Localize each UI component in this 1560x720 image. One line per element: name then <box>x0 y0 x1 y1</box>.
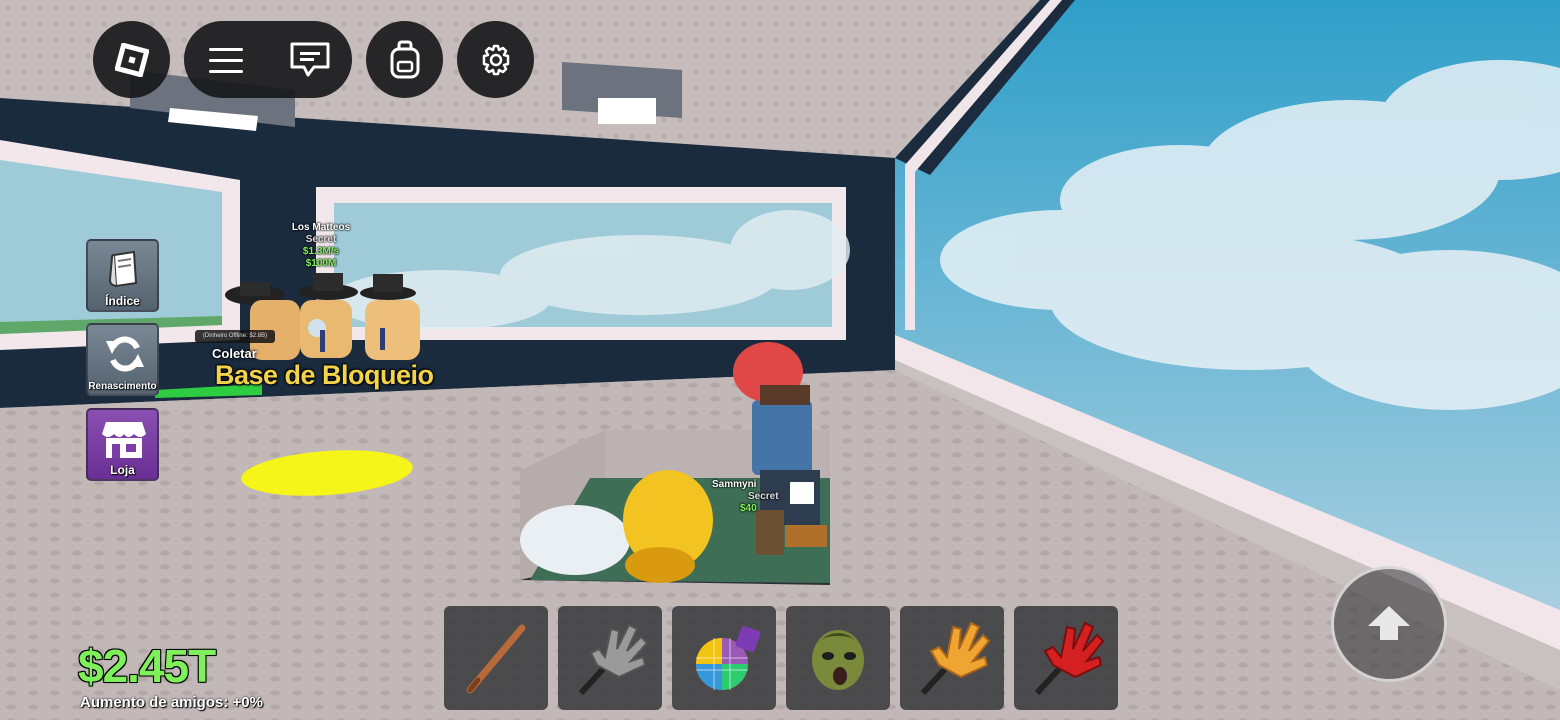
refresh-icon <box>106 336 144 372</box>
roblox-logo-icon <box>114 42 149 77</box>
shop-icon <box>102 422 146 458</box>
hotbar-slot-1[interactable] <box>444 606 548 710</box>
offline-money-tag: (Dinheiro Offline: $2.8B) <box>195 330 275 343</box>
hotbar-slot-4[interactable] <box>786 606 890 710</box>
hamburger-button[interactable] <box>196 30 256 90</box>
zombie-head-icon <box>812 630 864 690</box>
chat-button[interactable] <box>280 30 340 90</box>
friends-boost-label: Aumento de amigos: +0% <box>80 694 263 711</box>
shop-button[interactable]: Loja <box>86 408 159 481</box>
rebirth-button[interactable]: Renascimento <box>86 323 159 396</box>
npc-billboard-bottom: Sammyni Secret $40 <box>712 479 779 515</box>
settings-button[interactable] <box>457 21 534 98</box>
up-arrow-icon <box>1368 606 1410 640</box>
npc-rarity: Secret <box>305 234 337 245</box>
hotbar-slot-6[interactable] <box>1014 606 1118 710</box>
disco-ball-icon <box>696 626 761 690</box>
shop-label: Loja <box>110 463 135 477</box>
npc-name: Sammyni <box>712 479 757 490</box>
backpack-button[interactable] <box>366 21 443 98</box>
npc-rarity: Secret <box>748 491 779 502</box>
rebirth-label: Renascimento <box>88 381 157 392</box>
game-viewport[interactable]: Los Matteos Secret $1.3M/s $100M Sammyni… <box>0 0 1560 720</box>
grey-glove-icon <box>578 623 649 696</box>
collect-label[interactable]: Coletar <box>212 346 257 361</box>
npc-rate: $1.3M/s <box>302 246 340 257</box>
chat-bubble-icon <box>290 42 330 76</box>
menu-chat-group <box>184 21 352 98</box>
hamburger-menu-icon <box>209 47 243 73</box>
backpack-icon <box>390 40 419 78</box>
npc-name: Los Matteos <box>291 222 351 233</box>
orange-glove-icon <box>920 621 991 696</box>
money-display: $2.45T <box>78 640 216 692</box>
index-button[interactable]: Índice <box>86 239 159 312</box>
npc-billboard-top: Los Matteos Secret $1.3M/s $100M <box>285 222 357 270</box>
base-title: Base de Bloqueio <box>215 360 434 390</box>
red-glove-icon <box>1034 621 1105 696</box>
npc-price: $100M <box>305 258 337 269</box>
index-label: Índice <box>105 294 140 308</box>
npc-price: $40 <box>740 503 757 514</box>
roblox-menu-button[interactable] <box>93 21 170 98</box>
hotbar-slot-2[interactable] <box>558 606 662 710</box>
hotbar-slot-5[interactable] <box>900 606 1004 710</box>
book-icon <box>108 250 138 288</box>
jump-button[interactable] <box>1331 566 1447 682</box>
baseball-bat-icon <box>466 624 526 694</box>
hotbar-slot-3[interactable] <box>672 606 776 710</box>
gear-icon <box>482 44 509 75</box>
